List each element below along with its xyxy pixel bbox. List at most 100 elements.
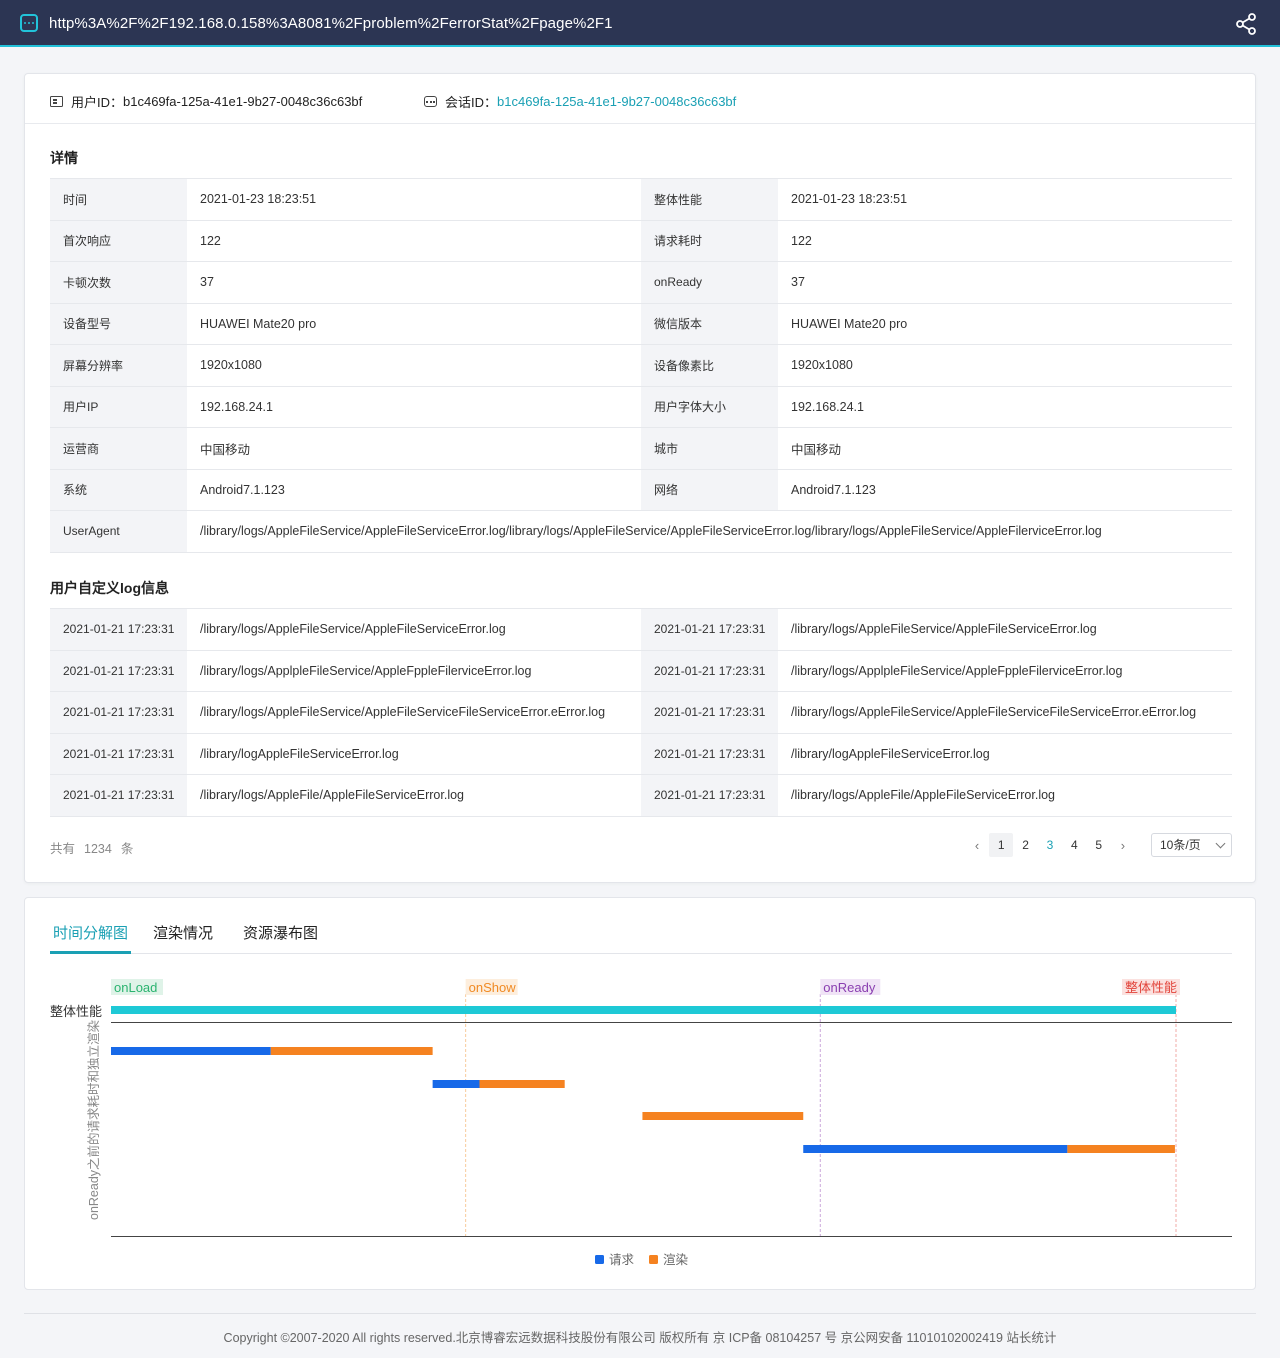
page-size-select[interactable]: 10条/页 [1151,833,1232,857]
detail-value: 192.168.24.1 [187,385,641,428]
user-id: 用户ID： b1c469fa-125a-41e1-9b27-0048c36c63… [50,92,362,111]
log-message: /library/logs/AppleFile/AppleFileService… [187,774,641,817]
log-time: 2021-01-21 17:23:31 [50,691,187,734]
marker-label: onReady [823,980,876,995]
page-size-value: 10条/页 [1160,838,1201,852]
details-title: 详情 [50,150,78,166]
log-row: 2021-01-21 17:23:31/library/logs/AppleFi… [50,608,1232,651]
session-id-link[interactable]: b1c469fa-125a-41e1-9b27-0048c36c63bf [497,94,736,109]
overall-label: 整体性能 [50,1004,102,1019]
detail-key: 微信版本 [641,302,778,345]
detail-row: 用户IP 192.168.24.1 用户字体大小 192.168.24.1 [50,385,1232,428]
log-time: 2021-01-21 17:23:31 [50,732,187,775]
log-time: 2021-01-21 17:23:31 [50,608,187,651]
detail-row: 设备型号 HUAWEI Mate20 pro 微信版本 HUAWEI Mate20 p… [50,302,1232,345]
detail-key: 城市 [641,427,778,470]
detail-key: 请求耗时 [641,219,778,262]
id-card-icon [50,96,63,107]
detail-value: 1920x1080 [778,344,1232,387]
timeline-bar-render [1067,1145,1175,1153]
detail-row: 系统 Android7.1.123 网络 Android7.1.123 [50,468,1232,511]
total-number: 1234 [84,842,112,856]
marker-label: onLoad [114,980,157,995]
legend-label: 渲染 [663,1252,689,1267]
overall-bar [111,1006,1176,1014]
detail-value: 122 [187,219,641,262]
logs-title: 用户自定义log信息 [50,580,169,596]
detail-value: 37 [187,261,641,304]
timeline-bar-request [111,1047,271,1055]
total-suffix: 条 [120,842,134,856]
detail-key: 运营商 [50,427,187,470]
detail-value: 37 [778,261,1232,304]
next-page-icon[interactable]: › [1111,838,1135,853]
detail-key: 首次响应 [50,219,187,262]
log-message: /library/logs/AppleFileService/AppleFile… [778,608,1232,651]
page-2[interactable]: 2 [1013,833,1037,857]
detail-card: 用户ID： b1c469fa-125a-41e1-9b27-0048c36c63… [24,73,1256,883]
detail-value: 122 [778,219,1232,262]
detail-key: 屏幕分辨率 [50,344,187,387]
detail-value: HUAWEI Mate20 pro [778,302,1232,345]
detail-row: 首次响应 122 请求耗时 122 [50,219,1232,262]
logs-table: 2021-01-21 17:23:31/library/logs/AppleFi… [50,608,1232,817]
timeline-card: 时间分解图 渲染情况 资源瀑布图 onLoad onShow onReady 整体性能… [24,897,1256,1290]
detail-value: 中国移动 [187,427,641,470]
detail-key: 整体性能 [641,178,778,221]
log-message: /library/logs/ApplpleFileService/AppleFp… [778,649,1232,692]
page-url: http%3A%2F%2F192.168.0.158%3A8081%2Fprob… [49,15,613,32]
legend-swatch [649,1255,658,1264]
detail-key: 时间 [50,178,187,221]
log-message: /library/logs/AppleFileService/AppleFile… [778,691,1232,734]
marker-label: 整体性能 [1125,980,1177,995]
detail-key: 设备型号 [50,302,187,345]
detail-key: 网络 [641,468,778,511]
log-time: 2021-01-21 17:23:31 [641,774,778,817]
log-row: 2021-01-21 17:23:31/library/logAppleFile… [50,732,1232,775]
timeline-bar-render [270,1047,433,1055]
session-id: 会话ID： b1c469fa-125a-41e1-9b27-0048c36c63… [424,92,736,111]
detail-value: 2021-01-23 18:23:51 [187,178,641,221]
detail-key: 用户字体大小 [641,385,778,428]
chat-icon [424,96,437,107]
detail-value: 192.168.24.1 [778,385,1232,428]
user-id-label: 用户ID： [71,95,124,110]
footer-divider [24,1313,1256,1314]
log-message: /library/logs/AppleFileService/AppleFile… [187,608,641,651]
pagination: ‹ 1 2 3 4 5 › [965,833,1135,857]
detail-value: Android7.1.123 [187,468,641,511]
detail-key: 用户IP [50,385,187,428]
page-4[interactable]: 4 [1062,833,1086,857]
log-row: 2021-01-21 17:23:31/library/logs/AppleFi… [50,691,1232,734]
detail-value: HUAWEI Mate20 pro [187,302,641,345]
log-message: /library/logs/ApplpleFileService/AppleFp… [187,649,641,692]
total-prefix: 共有 [50,842,76,856]
detail-row: 时间 2021-01-23 18:23:51 整体性能 2021-01-23 18:2… [50,178,1232,221]
detail-row: 卡顿次数 37 onReady 37 [50,261,1232,304]
page-3[interactable]: 3 [1038,833,1062,857]
log-message: /library/logs/AppleFile/AppleFileService… [778,774,1232,817]
page-1[interactable]: 1 [989,833,1014,857]
prev-page-icon[interactable]: ‹ [965,838,989,853]
share-icon[interactable] [1234,12,1258,36]
log-message: /library/logAppleFileServiceError.log [187,732,641,775]
detail-key: onReady [641,261,778,304]
log-message: /library/logAppleFileServiceError.log [778,732,1232,775]
top-bar: http%3A%2F%2F192.168.0.158%3A8081%2Fprob… [0,0,1280,47]
timeline-bar-request [432,1080,480,1088]
id-bar: 用户ID： b1c469fa-125a-41e1-9b27-0048c36c63… [25,74,1255,124]
useragent-value: /library/logs/AppleFileService/AppleFile… [187,510,1232,553]
session-id-label: 会话ID： [445,95,498,110]
details-table: 时间 2021-01-23 18:23:51 整体性能 2021-01-23 18:2… [50,178,1232,553]
chevron-down-icon [1215,838,1226,849]
detail-value: 中国移动 [778,427,1232,470]
detail-key: 设备像素比 [641,344,778,387]
log-row: 2021-01-21 17:23:31/library/logs/AppleFi… [50,774,1232,817]
detail-value: 1920x1080 [187,344,641,387]
detail-row: 运营商 中国移动 城市 中国移动 [50,427,1232,470]
footer-copyright: Copyright ©2007-2020 All rights reserved… [223,1331,1057,1345]
marker-label: onShow [469,980,517,995]
detail-value: 2021-01-23 18:23:51 [778,178,1232,221]
legend-label: 请求 [609,1253,635,1267]
page-5[interactable]: 5 [1087,833,1111,857]
